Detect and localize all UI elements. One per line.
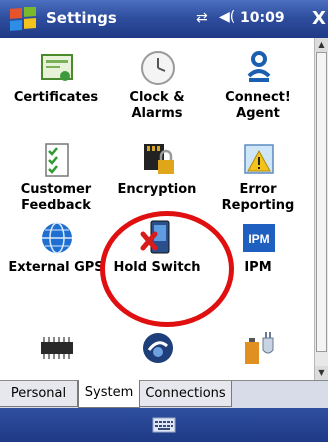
memory-chip-icon [41,337,73,359]
settings-item-power[interactable] [208,330,308,380]
clock-icon [141,51,175,85]
volume-icon[interactable]: ◀( [219,9,235,25]
settings-item-customer-feedback[interactable]: Customer Feedback [6,142,106,222]
ipm-icon: IPM [243,224,275,252]
item-label: Clock & Alarms [129,90,185,121]
settings-item-error-reporting[interactable]: Error Reporting [208,142,308,222]
clock-time[interactable]: 10:09 [240,10,285,26]
item-label: Certificates [13,90,99,105]
error-reporting-icon [244,144,274,174]
connect-agent-icon [247,51,271,82]
settings-item-memory[interactable] [6,330,106,380]
soft-key-bar [0,408,328,442]
customer-feedback-icon [45,143,69,177]
item-label: Connect! Agent [225,90,291,121]
keyboard-icon[interactable] [152,416,176,434]
vertical-scrollbar[interactable]: ▲ ▼ [314,38,328,380]
windows-start-icon[interactable] [8,7,38,33]
highlight-circle [100,211,234,327]
globe-icon [42,222,72,254]
managed-programs-icon [143,333,173,363]
settings-item-managed-programs[interactable] [107,330,207,380]
tab-connections[interactable]: Connections [140,381,232,407]
scroll-thumb[interactable] [316,52,327,352]
tab-bar: Personal System Connections [0,380,328,408]
tab-personal[interactable]: Personal [0,381,78,407]
settings-grid: Certificates Clock & Alarms Connect! Age… [0,38,314,380]
settings-item-external-gps[interactable]: External GPS [6,220,106,300]
settings-item-certificates[interactable]: Certificates [6,50,106,120]
power-icon [245,332,274,364]
connectivity-icon[interactable]: ⇄ [196,10,208,26]
page-title: Settings [46,9,117,27]
certificate-icon [41,54,73,81]
item-label: Error Reporting [221,182,295,213]
tab-system[interactable]: System [78,380,140,408]
scroll-up-arrow-icon[interactable]: ▲ [315,38,328,52]
settings-item-clock-alarms[interactable]: Clock & Alarms [107,50,207,121]
svg-text:IPM: IPM [248,232,269,246]
item-label: Customer Feedback [20,182,92,213]
settings-item-connect-agent[interactable]: Connect! Agent [208,50,308,121]
title-bar: Settings ⇄ ◀( 10:09 X [0,0,328,38]
encryption-icon [144,144,174,174]
scroll-down-arrow-icon[interactable]: ▼ [315,366,328,380]
item-label: Encryption [117,182,197,197]
item-label: External GPS [8,260,104,275]
settings-item-encryption[interactable]: Encryption [107,142,207,222]
close-button[interactable]: X [308,4,328,34]
